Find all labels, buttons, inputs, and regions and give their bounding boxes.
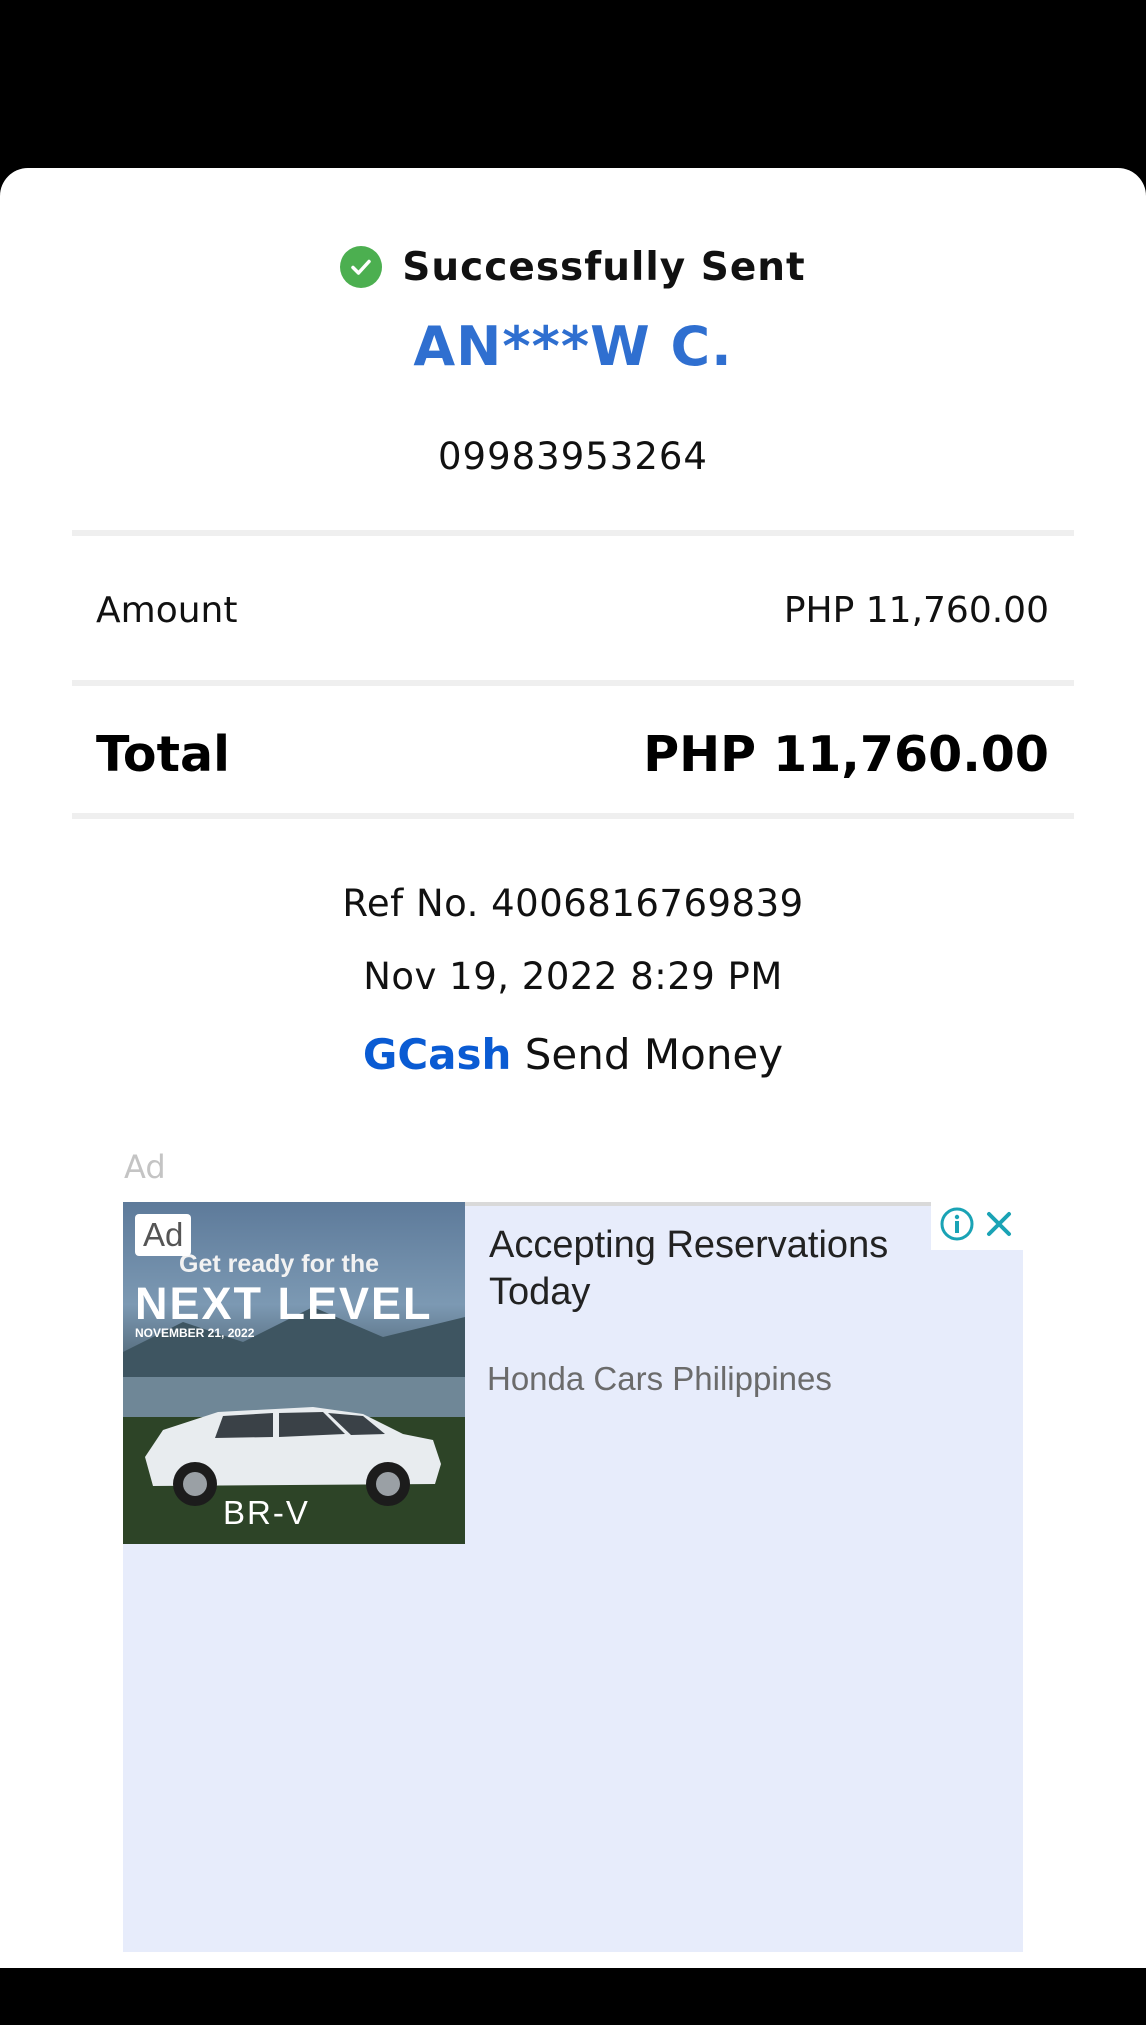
total-value: PHP 11,760.00 (643, 725, 1049, 783)
status-row: Successfully Sent (0, 238, 1146, 296)
ad-image-date: NOVEMBER 21, 2022 (135, 1326, 255, 1340)
navigation-bar-area (0, 1968, 1146, 2025)
divider (72, 530, 1074, 536)
service-name: Send Money (524, 1030, 784, 1079)
ad-image-tagline: Get ready for the (179, 1250, 380, 1278)
amount-value: PHP 11,760.00 (783, 589, 1049, 631)
info-icon[interactable] (939, 1206, 975, 1246)
service-label: GCash Send Money (0, 1030, 1146, 1079)
gcash-brand: GCash (362, 1030, 512, 1079)
recipient-name: AN***W C. (413, 315, 733, 378)
ad-section-label: Ad (124, 1148, 166, 1186)
ad-advertiser[interactable]: Honda Cars Philippines (487, 1360, 832, 1398)
ad-divider (465, 1202, 931, 1206)
divider (72, 813, 1074, 819)
ad-controls (931, 1202, 1023, 1250)
divider (72, 680, 1074, 686)
reference-number: Ref No. 4006816769839 (342, 882, 804, 925)
transaction-datetime: Nov 19, 2022 8:29 PM (363, 955, 783, 998)
amount-label: Amount (96, 589, 238, 631)
ad-card[interactable]: Get ready for the NEXT LEVEL NOVEMBER 21… (123, 1202, 1023, 1952)
check-circle-icon (340, 246, 383, 288)
status-bar-area (0, 0, 1146, 168)
close-icon[interactable] (983, 1208, 1015, 1244)
ad-image-headline: NEXT LEVEL (135, 1278, 433, 1329)
total-label: Total (96, 725, 230, 783)
amount-row: Amount PHP 11,760.00 (96, 585, 1049, 635)
recipient-number: 09983953264 (438, 435, 708, 478)
ad-headline[interactable]: Accepting Reservations Today (489, 1222, 959, 1316)
ad-image-model: BR-V (223, 1494, 310, 1531)
ad-image[interactable]: Get ready for the NEXT LEVEL NOVEMBER 21… (123, 1202, 465, 1544)
total-row: Total PHP 11,760.00 (96, 722, 1049, 786)
ad-badge: Ad (135, 1214, 192, 1256)
status-text: Successfully Sent (402, 244, 806, 290)
